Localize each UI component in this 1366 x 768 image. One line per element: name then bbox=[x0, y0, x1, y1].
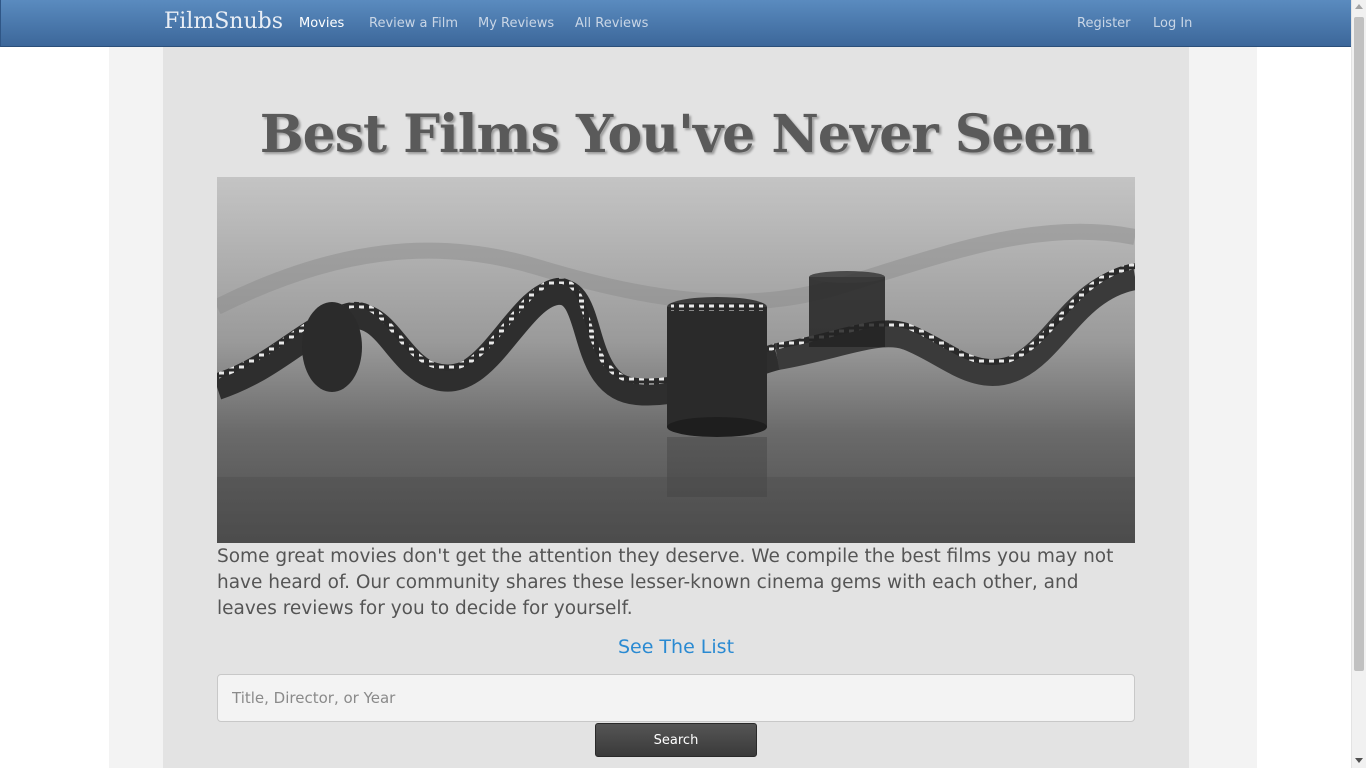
intro-paragraph: Some great movies don't get the attentio… bbox=[217, 546, 1114, 619]
nav-log-in[interactable]: Log In bbox=[1153, 16, 1192, 31]
nav-all-reviews[interactable]: All Reviews bbox=[575, 16, 648, 31]
top-navbar: FilmSnubs Movies Review a Film My Review… bbox=[0, 0, 1351, 47]
see-the-list-link[interactable]: See The List bbox=[217, 636, 1135, 658]
vertical-scrollbar[interactable] bbox=[1351, 0, 1366, 768]
nav-movies[interactable]: Movies bbox=[299, 16, 344, 31]
search-input[interactable] bbox=[217, 674, 1135, 722]
nav-my-reviews[interactable]: My Reviews bbox=[478, 16, 554, 31]
scroll-down-arrow-icon[interactable] bbox=[1355, 758, 1363, 763]
search-button[interactable]: Search bbox=[595, 723, 757, 757]
page-title: Best Films You've Never Seen bbox=[259, 104, 1094, 165]
brand-logo-link[interactable]: FilmSnubs bbox=[164, 9, 283, 34]
nav-register[interactable]: Register bbox=[1077, 16, 1131, 31]
scroll-up-arrow-icon[interactable] bbox=[1355, 4, 1363, 9]
scroll-thumb[interactable] bbox=[1354, 17, 1364, 671]
nav-review-a-film[interactable]: Review a Film bbox=[369, 16, 458, 31]
hero-film-reel-image bbox=[217, 177, 1135, 543]
